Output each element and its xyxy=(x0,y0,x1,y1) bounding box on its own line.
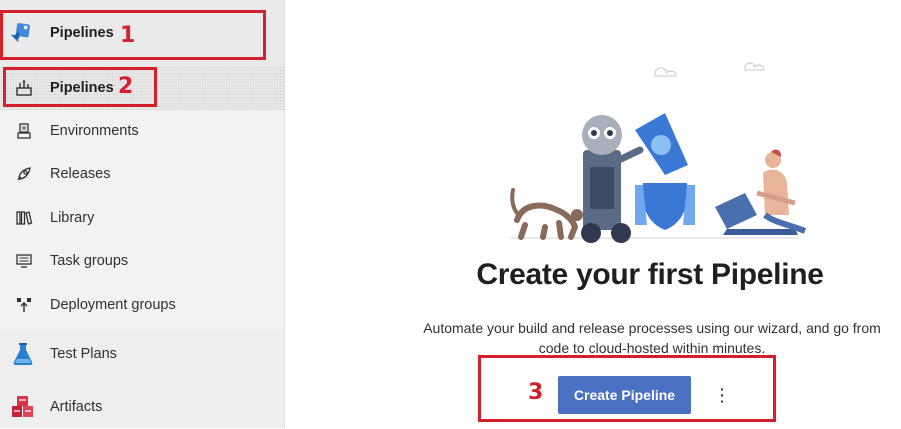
sidebar-item-test-plans[interactable]: Test Plans xyxy=(0,332,284,376)
sidebar-item-deployment-groups[interactable]: Deployment groups xyxy=(0,283,284,327)
page-title: Create your first Pipeline xyxy=(476,258,824,291)
artifacts-icon xyxy=(10,394,36,420)
sidebar-other-hubs: Test Plans Artifacts xyxy=(0,330,284,428)
sidebar-item-label: Environments xyxy=(50,123,139,139)
sidebar: Pipelines Pipelines Environments Release… xyxy=(0,0,285,428)
more-options-icon[interactable]: ⋮ xyxy=(708,376,736,414)
create-pipeline-button[interactable]: Create Pipeline xyxy=(558,376,691,414)
sidebar-item-environments[interactable]: Environments xyxy=(0,109,284,153)
sidebar-item-releases[interactable]: Releases xyxy=(0,152,284,196)
library-icon xyxy=(14,208,34,228)
sidebar-item-task-groups[interactable]: Task groups xyxy=(0,239,284,283)
annotation-box-2 xyxy=(3,67,157,107)
sidebar-item-label: Test Plans xyxy=(50,346,117,362)
test-plans-icon xyxy=(10,341,36,367)
page-description: Automate your build and release processe… xyxy=(390,318,901,358)
annotation-number-2: 2 xyxy=(118,74,134,99)
description-line: Automate your build and release processe… xyxy=(423,320,881,336)
sidebar-item-label: Releases xyxy=(50,166,111,182)
deployment-groups-icon xyxy=(14,295,34,315)
sidebar-item-label: Artifacts xyxy=(50,399,103,415)
sidebar-item-label: Task groups xyxy=(50,253,129,269)
environments-icon xyxy=(14,121,34,141)
pipeline-illustration xyxy=(495,55,825,255)
annotation-number-1: 1 xyxy=(120,23,136,48)
task-groups-icon xyxy=(14,251,34,271)
sidebar-item-label: Deployment groups xyxy=(50,297,176,313)
sidebar-item-artifacts[interactable]: Artifacts xyxy=(0,385,284,429)
releases-icon xyxy=(14,164,34,184)
sidebar-item-label: Library xyxy=(50,210,95,226)
sidebar-item-library[interactable]: Library xyxy=(0,196,284,240)
annotation-number-3: 3 xyxy=(528,380,544,405)
